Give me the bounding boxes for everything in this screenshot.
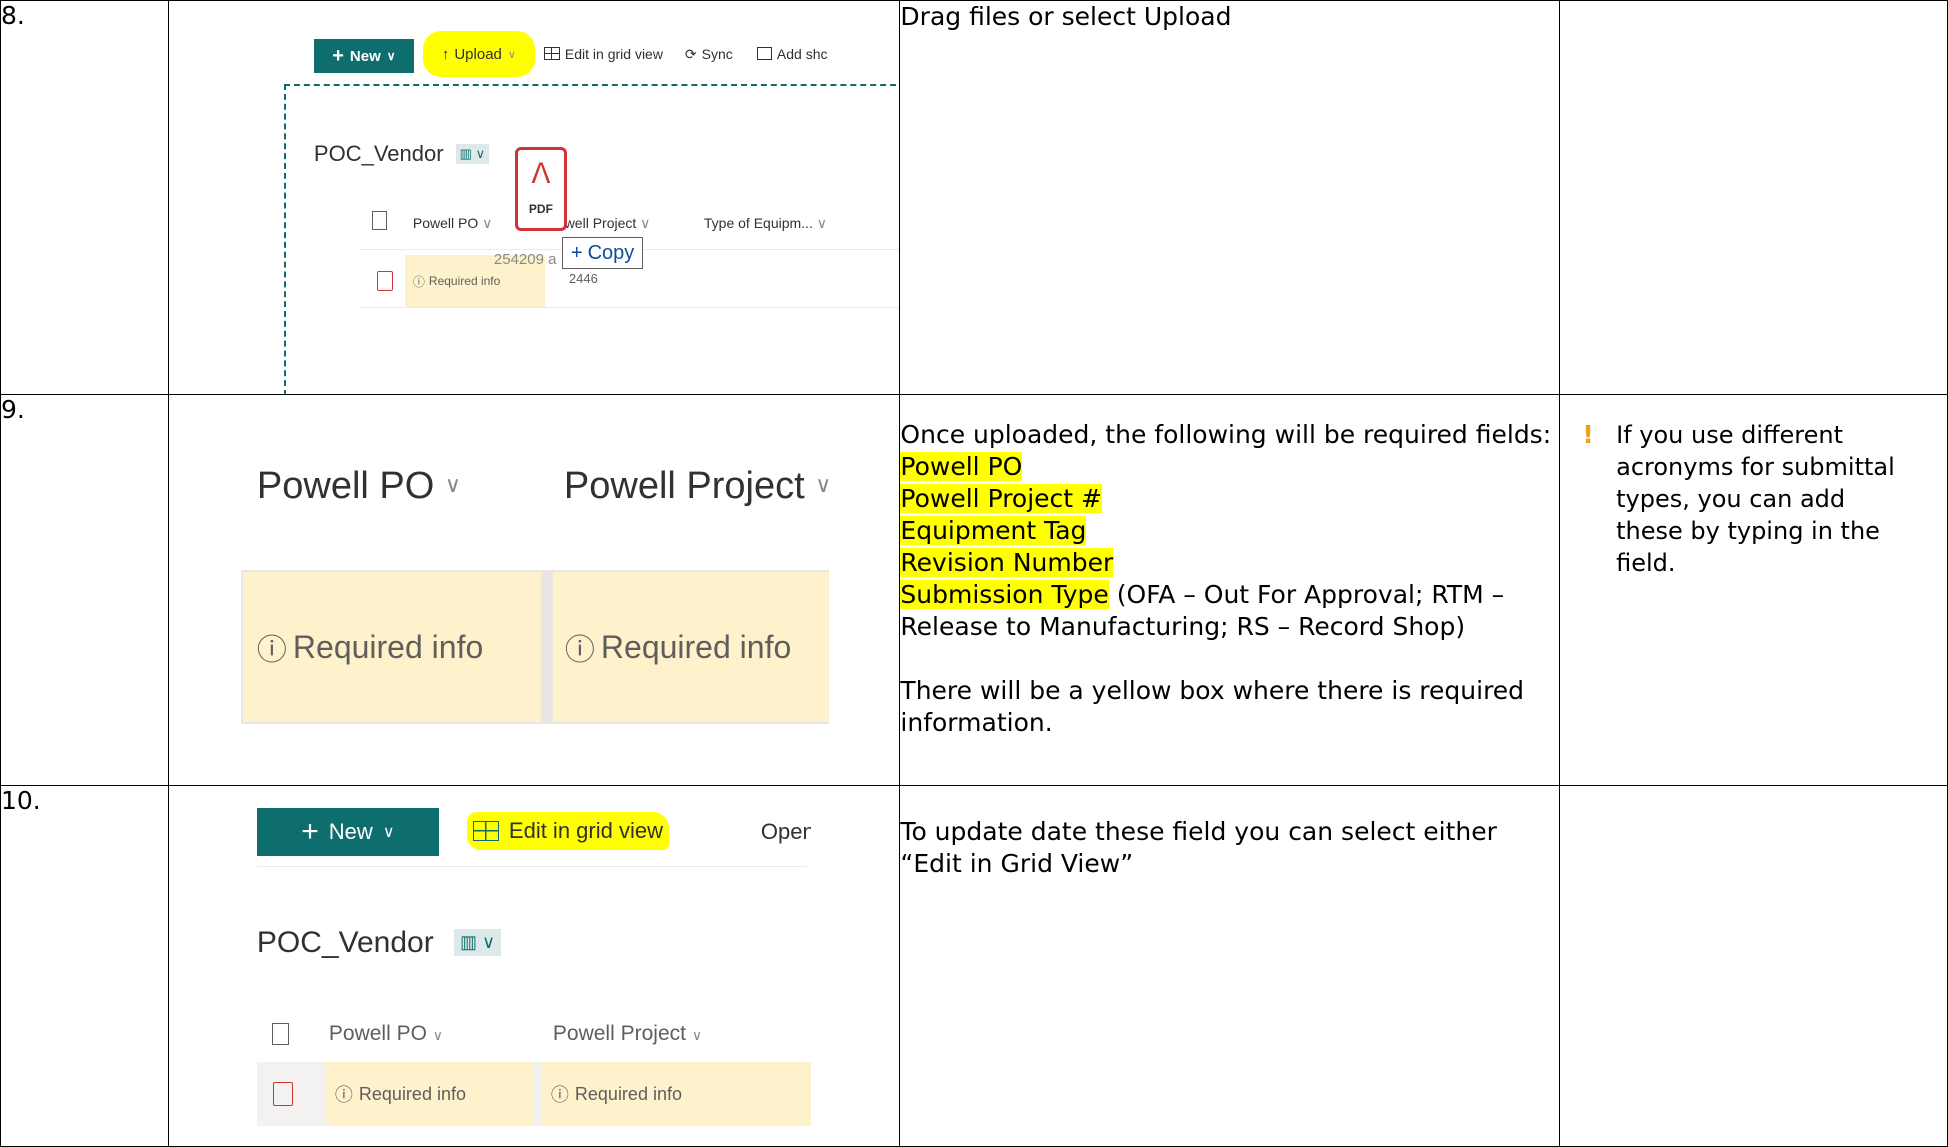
required-fields-screenshot: Powell PO ∨ Powell Project ∨ ⓘ Required i… bbox=[169, 396, 899, 785]
info-icon: ⓘ bbox=[412, 274, 425, 289]
sharepoint-grid-view-screenshot: + New ∨ Edit in grid view Open POC_Vendo… bbox=[169, 787, 899, 1146]
step-screenshot: Powell PO ∨ Powell Project ∨ ⓘ Required i… bbox=[167, 394, 901, 786]
required-field: Powell Project # bbox=[900, 484, 1102, 513]
acrobat-icon: ⴷ bbox=[531, 158, 551, 189]
file-name-fragment: 254209 a bbox=[493, 251, 557, 268]
yellow-box-explanation: There will be a yellow box where there i… bbox=[900, 676, 1525, 737]
library-view-icon[interactable]: ▥ ∨ bbox=[454, 929, 502, 956]
library-title: POC_Vendor ▥ ∨ bbox=[314, 141, 490, 167]
info-icon: ⓘ bbox=[256, 634, 287, 667]
toolbar-divider bbox=[256, 866, 807, 867]
steps-table: 8. + New ∨ ↑ Upload ∨ Edit in grid view bbox=[0, 0, 1948, 1147]
arrow-up-icon: ↑ bbox=[441, 45, 450, 63]
step-note bbox=[1559, 0, 1948, 395]
required-info-cell-project[interactable]: ⓘ Required info bbox=[540, 1062, 811, 1126]
required-field: Revision Number bbox=[900, 548, 1114, 577]
pdf-file-icon bbox=[272, 1082, 293, 1106]
step-row-8: 8. + New ∨ ↑ Upload ∨ Edit in grid view bbox=[0, 0, 1948, 395]
pdf-file-icon bbox=[376, 271, 393, 291]
dragged-pdf-icon[interactable]: ⴷ PDF bbox=[514, 147, 567, 231]
grid-icon bbox=[472, 821, 499, 841]
column-header-powell-project[interactable]: Powell Project ∨ bbox=[564, 465, 831, 508]
chevron-down-icon: ∨ bbox=[382, 824, 395, 841]
step-note bbox=[1559, 785, 1948, 1147]
step-screenshot: + New ∨ ↑ Upload ∨ Edit in grid view ⟳ Sy… bbox=[167, 0, 901, 395]
plus-icon: + bbox=[332, 44, 344, 67]
chevron-down-icon: ∨ bbox=[507, 48, 516, 61]
plus-icon: + bbox=[301, 815, 319, 848]
required-field: Submission Type bbox=[900, 580, 1109, 609]
procedure-document: 8. + New ∨ ↑ Upload ∨ Edit in grid view bbox=[0, 0, 1948, 1147]
plus-icon: + bbox=[570, 241, 583, 264]
upload-button[interactable]: ↑ Upload ∨ bbox=[422, 31, 535, 77]
required-field: Equipment Tag bbox=[900, 516, 1087, 545]
column-header-powell-po[interactable]: Powell PO ∨ bbox=[257, 465, 461, 508]
step-number: 9. bbox=[0, 394, 169, 786]
step-description: Once uploaded, the following will be req… bbox=[899, 394, 1561, 786]
step-screenshot: + New ∨ Edit in grid view Open POC_Vendo… bbox=[167, 785, 901, 1147]
library-title: POC_Vendor ▥ ∨ bbox=[257, 926, 502, 960]
grid-icon bbox=[543, 47, 560, 60]
step-number: 8. bbox=[0, 0, 169, 395]
sync-button[interactable]: ⟳ Sync bbox=[685, 46, 733, 63]
file-type-header-icon bbox=[271, 1023, 289, 1045]
file-type-header-icon bbox=[371, 211, 387, 230]
info-icon: ⓘ bbox=[564, 634, 595, 667]
edit-grid-view-button[interactable]: Edit in grid view bbox=[543, 46, 663, 62]
column-header-powell-project[interactable]: owell Project ∨ bbox=[557, 215, 651, 232]
column-header-type-of-equipment[interactable]: Type of Equipm... ∨ bbox=[704, 215, 827, 232]
sync-icon: ⟳ bbox=[684, 46, 697, 62]
row-divider bbox=[358, 307, 899, 308]
required-info-cell-po[interactable]: ⓘ Required info bbox=[324, 1062, 533, 1126]
add-shortcut-button[interactable]: Add shc bbox=[756, 46, 899, 62]
required-info-cell-project[interactable]: ⓘ Required info bbox=[552, 572, 829, 722]
library-view-icon[interactable]: ▥ ∨ bbox=[455, 144, 490, 164]
step-description: To update date these field you can selec… bbox=[899, 785, 1561, 1147]
column-header-powell-project[interactable]: Powell Project ∨ bbox=[553, 1022, 811, 1046]
sharepoint-upload-screenshot: + New ∨ ↑ Upload ∨ Edit in grid view ⟳ Sy… bbox=[169, 2, 899, 394]
step-row-10: 10. + New ∨ Edit in grid view Open POC_V… bbox=[0, 785, 1948, 1147]
info-icon: ⓘ bbox=[550, 1085, 569, 1105]
open-button[interactable]: Open bbox=[761, 819, 811, 845]
copy-tooltip: + Copy bbox=[561, 237, 644, 269]
info-icon: ⓘ bbox=[334, 1085, 353, 1105]
new-button[interactable]: + New ∨ bbox=[256, 808, 439, 856]
column-header-powell-po[interactable]: Powell PO ∨ bbox=[413, 215, 493, 232]
edit-grid-view-button[interactable]: Edit in grid view bbox=[466, 812, 669, 850]
note-text: If you use different acronyms for submit… bbox=[1616, 421, 1895, 577]
required-info-cell-po[interactable]: ⓘ Required info bbox=[242, 572, 541, 722]
step-note: ! If you use different acronyms for subm… bbox=[1559, 394, 1948, 786]
required-field: Powell PO bbox=[900, 452, 1023, 481]
column-header-powell-po[interactable]: Powell PO ∨ bbox=[329, 1022, 443, 1046]
step-description: Drag files or select Upload bbox=[899, 0, 1561, 395]
row-value: 2446 bbox=[568, 271, 598, 286]
pdf-label: PDF bbox=[528, 202, 553, 216]
step-row-9: 9. Powell PO ∨ Powell Project ∨ ⓘ Require… bbox=[0, 394, 1948, 786]
shortcut-icon bbox=[756, 47, 772, 60]
chevron-down-icon: ∨ bbox=[386, 49, 396, 63]
step-number: 10. bbox=[0, 785, 169, 1147]
new-button[interactable]: + New ∨ bbox=[313, 39, 414, 73]
exclamation-icon: ! bbox=[1582, 420, 1594, 449]
